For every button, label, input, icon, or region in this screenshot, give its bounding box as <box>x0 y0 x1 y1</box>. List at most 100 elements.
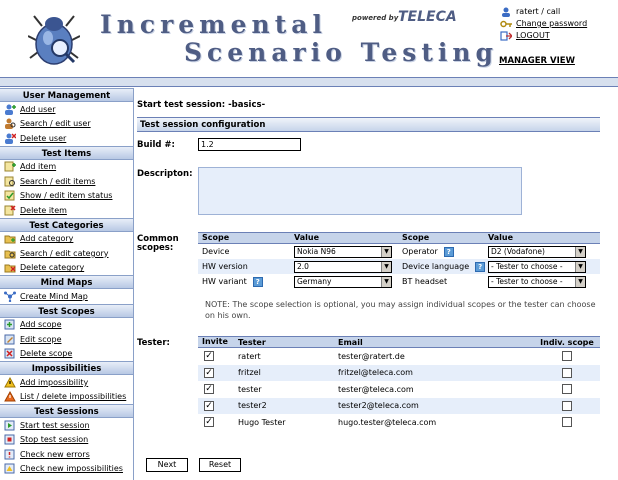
sidebar-item-create-mind-map[interactable]: Create Mind Map <box>0 289 133 304</box>
sidebar-link-item-status[interactable]: Show / edit item status <box>20 191 112 200</box>
indiv-scope-checkbox[interactable] <box>562 417 572 428</box>
invite-checkbox[interactable]: ✓ <box>204 400 214 411</box>
sidebar-item-add-user[interactable]: Add user <box>0 102 133 117</box>
tester-name: tester <box>238 384 262 394</box>
tester-table: Invite Tester Email Indiv. scope ✓ rater… <box>198 336 600 431</box>
change-password-row[interactable]: Change password <box>500 18 618 29</box>
sidebar-link-create-mind-map[interactable]: Create Mind Map <box>20 292 88 301</box>
device-select[interactable]: Nokia N96 ▼ <box>294 245 392 258</box>
sidebar-item-search-user[interactable]: Search / edit user <box>0 117 133 132</box>
search-category-icon <box>4 250 16 259</box>
logout-link[interactable]: LOGOUT <box>516 31 550 40</box>
tester-name: fritzel <box>238 368 261 378</box>
invite-checkbox[interactable]: ✓ <box>204 367 214 378</box>
sidebar-item-edit-scope[interactable]: Edit scope <box>0 332 133 347</box>
indiv-scope-checkbox[interactable] <box>562 367 572 378</box>
powered-by-label: powered by <box>352 14 399 22</box>
sidebar-item-check-impossibilities[interactable]: Check new impossibilities <box>0 462 133 477</box>
mind-map-icon <box>4 291 16 302</box>
invite-checkbox[interactable]: ✓ <box>204 384 214 395</box>
user-name: ratert / call <box>516 7 561 16</box>
teleca-logo: TELECA <box>398 9 457 25</box>
help-icon[interactable]: ? <box>252 276 263 287</box>
sidebar-item-stop-session[interactable]: Stop test session <box>0 433 133 448</box>
sidebar-link-edit-scope[interactable]: Edit scope <box>20 335 62 344</box>
manager-view-link[interactable]: MANAGER VIEW <box>499 56 575 66</box>
select-value: Nokia N96 <box>297 246 336 256</box>
sidebar-link-delete-scope[interactable]: Delete scope <box>20 349 72 358</box>
help-icon[interactable]: ? <box>475 261 486 272</box>
build-label: Build #: <box>137 140 175 150</box>
sidebar-item-list-impossibilities[interactable]: List / delete impossibilities <box>0 390 133 405</box>
sidebar: User Management Add user Search / edit u… <box>0 88 134 480</box>
sidebar-link-search-category[interactable]: Search / edit category <box>20 249 109 258</box>
scopes-label-line2: scopes: <box>137 243 174 253</box>
sidebar-item-item-status[interactable]: Show / edit item status <box>0 189 133 204</box>
invite-checkbox[interactable]: ✓ <box>204 351 214 362</box>
check-impossibilities-icon <box>4 463 15 474</box>
sidebar-link-delete-category[interactable]: Delete category <box>20 263 84 272</box>
scope-name: HW variant <box>202 277 247 286</box>
sidebar-item-check-errors[interactable]: Check new errors <box>0 447 133 462</box>
col-invite: Invite <box>202 337 228 346</box>
sidebar-item-add-category[interactable]: Add category <box>0 232 133 247</box>
sidebar-link-stop-session[interactable]: Stop test session <box>20 435 88 444</box>
indiv-scope-checkbox[interactable] <box>562 400 572 411</box>
indiv-scope-checkbox[interactable] <box>562 384 572 395</box>
sidebar-item-delete-item[interactable]: Delete item <box>0 203 133 218</box>
sidebar-link-start-session[interactable]: Start test session <box>20 421 90 430</box>
section-test-sessions: Test Sessions <box>0 404 133 418</box>
bt-headset-select[interactable]: - Tester to choose - ▼ <box>488 275 586 288</box>
sidebar-item-start-session[interactable]: Start test session <box>0 418 133 433</box>
sidebar-item-search-category[interactable]: Search / edit category <box>0 246 133 261</box>
sidebar-link-delete-user[interactable]: Delete user <box>20 134 66 143</box>
next-button[interactable]: Next <box>146 458 188 472</box>
sidebar-item-add-impossibility[interactable]: Add impossibility <box>0 375 133 390</box>
section-test-items: Test Items <box>0 145 133 160</box>
logout-row[interactable]: LOGOUT <box>500 30 618 41</box>
sidebar-item-delete-scope[interactable]: Delete scope <box>0 347 133 362</box>
sidebar-link-add-impossibility[interactable]: Add impossibility <box>20 378 88 387</box>
hw-version-select[interactable]: 2.0 ▼ <box>294 260 392 273</box>
edit-scope-icon <box>4 334 15 345</box>
sidebar-item-add-item[interactable]: Add item <box>0 160 133 175</box>
sidebar-link-add-user[interactable]: Add user <box>20 105 55 114</box>
add-item-icon <box>4 161 16 172</box>
help-icon[interactable]: ? <box>443 246 454 257</box>
user-icon <box>502 7 510 17</box>
description-textarea[interactable] <box>198 167 522 215</box>
main-content: Start test session: -basics- Test sessio… <box>137 88 618 480</box>
config-section-header: Test session configuration <box>137 117 600 132</box>
select-value: - Tester to choose - <box>491 276 563 286</box>
build-number-input[interactable] <box>198 138 301 151</box>
scope-name: HW version <box>202 262 248 271</box>
sidebar-link-check-impossibilities[interactable]: Check new impossibilities <box>20 464 123 473</box>
sidebar-link-add-category[interactable]: Add category <box>20 234 73 243</box>
sidebar-link-add-scope[interactable]: Add scope <box>20 320 62 329</box>
sidebar-link-check-errors[interactable]: Check new errors <box>20 450 90 459</box>
scope-name: Operator <box>402 247 438 256</box>
sidebar-item-delete-user[interactable]: Delete user <box>0 131 133 146</box>
hw-variant-select[interactable]: Germany ▼ <box>294 275 392 288</box>
delete-user-icon <box>5 133 16 144</box>
col-scope-2: Scope <box>402 233 430 242</box>
sidebar-link-list-impossibilities[interactable]: List / delete impossibilities <box>20 392 126 401</box>
sidebar-item-search-items[interactable]: Search / edit items <box>0 174 133 189</box>
invite-checkbox[interactable]: ✓ <box>204 417 214 428</box>
sidebar-link-delete-item[interactable]: Delete item <box>20 206 67 215</box>
sidebar-link-search-user[interactable]: Search / edit user <box>20 119 91 128</box>
scope-row: HW variant? Germany ▼ BT headset - Tester… <box>198 274 600 289</box>
sidebar-link-add-item[interactable]: Add item <box>20 162 56 171</box>
device-language-select[interactable]: - Tester to choose - ▼ <box>488 260 586 273</box>
search-user-icon <box>5 118 16 130</box>
sidebar-link-search-items[interactable]: Search / edit items <box>20 177 95 186</box>
indiv-scope-checkbox[interactable] <box>562 351 572 362</box>
reset-button[interactable]: Reset <box>199 458 241 472</box>
sidebar-item-add-scope[interactable]: Add scope <box>0 318 133 333</box>
change-password-link[interactable]: Change password <box>516 19 587 28</box>
tester-email: hugo.tester@teleca.com <box>338 417 437 427</box>
operator-select[interactable]: D2 (Vodafone) ▼ <box>488 245 586 258</box>
sidebar-item-delete-category[interactable]: Delete category <box>0 261 133 276</box>
chevron-down-icon: ▼ <box>381 276 391 287</box>
scope-table-header: Scope Value Scope Value <box>198 232 600 244</box>
